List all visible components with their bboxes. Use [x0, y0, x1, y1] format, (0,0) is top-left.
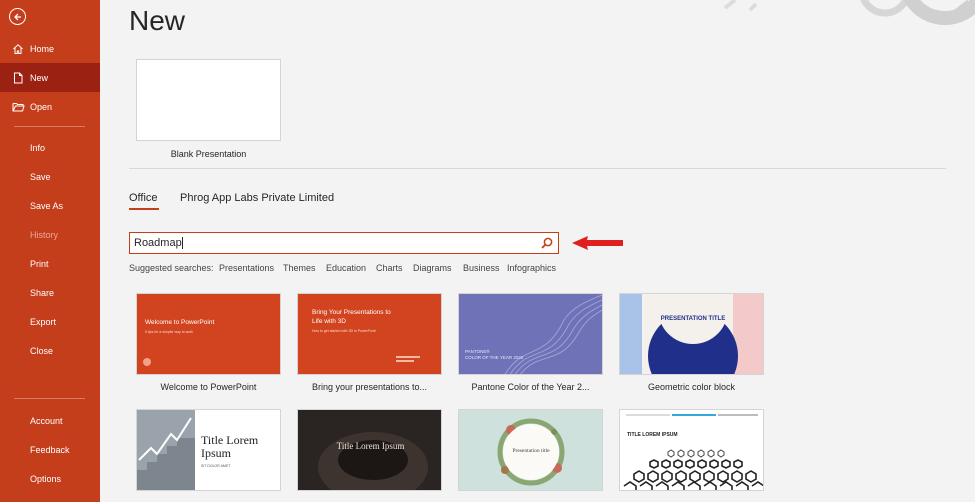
nav-print-label: Print — [30, 258, 49, 269]
nav-open-label: Open — [30, 101, 53, 112]
suggested-charts[interactable]: Charts — [376, 263, 403, 273]
thumbnail-title: Title Lorem Ipsum — [336, 441, 405, 451]
nav-close[interactable]: Close — [0, 336, 100, 365]
template-label: Pantone Color of the Year 2... — [471, 382, 590, 392]
nav-options[interactable]: Options — [0, 464, 100, 493]
tab-organization[interactable]: Phrog App Labs Private Limited — [180, 192, 334, 204]
nav-home-label: Home — [30, 43, 55, 54]
template-card[interactable]: PRESENTATION TITLE — [619, 293, 764, 375]
page-title: New — [129, 5, 186, 36]
nav-new[interactable]: New — [0, 63, 100, 92]
thumbnail-subtitle: SIT DOLOR AMET — [201, 464, 231, 468]
text-caret — [182, 237, 183, 249]
template-card[interactable]: Welcome to PowerPoint 5 tips for a simpl… — [136, 293, 281, 375]
tab-office-underline — [129, 208, 159, 210]
nav-save-label: Save — [30, 171, 51, 182]
thumbnail-photo — [137, 410, 195, 490]
template-card[interactable]: Title Lorem Ipsum — [297, 409, 442, 491]
template-card[interactable]: Bring Your Presentations to Life with 3D… — [297, 293, 442, 375]
search-input[interactable] — [134, 235, 524, 251]
nav-save-as[interactable]: Save As — [0, 191, 100, 220]
nav-export-label: Export — [30, 316, 57, 327]
suggested-diagrams[interactable]: Diagrams — [413, 263, 452, 273]
wave-pattern — [504, 294, 602, 374]
back-arrow-icon[interactable] — [9, 8, 26, 25]
suggested-presentations[interactable]: Presentations — [219, 263, 274, 273]
template-label: Geometric color block — [647, 382, 736, 392]
thumbnail-subtitle: COLOR OF THE YEAR 2022 — [465, 355, 524, 360]
hexagon-pattern — [623, 449, 763, 490]
suggested-searches-label: Suggested searches: — [129, 263, 214, 273]
new-file-icon — [11, 71, 25, 85]
thumbnail-color-block — [733, 294, 763, 374]
thumbnail-accent-line — [626, 414, 670, 416]
nav-share-label: Share — [30, 287, 55, 298]
section-divider — [129, 168, 946, 169]
thumbnail-title: Presentation title — [512, 448, 550, 454]
nav-save[interactable]: Save — [0, 162, 100, 191]
annotation-arrow-icon — [572, 236, 623, 250]
template-card[interactable]: Title Lorem Ipsum SIT DOLOR AMET — [136, 409, 281, 491]
thumbnail-title: PANTONE® — [465, 349, 490, 354]
open-folder-icon — [11, 100, 25, 114]
nav-save-as-label: Save As — [30, 200, 64, 211]
blank-presentation-label: Blank Presentation — [170, 149, 247, 159]
thumbnail-subtitle: 5 tips for a simpler way to work — [145, 330, 194, 334]
nav-print[interactable]: Print — [0, 249, 100, 278]
decorative-graphic — [723, 0, 975, 25]
nav-new-label: New — [30, 72, 49, 83]
nav-account-label: Account — [30, 415, 63, 426]
thumbnail-title: Title Lorem Ipsum — [201, 433, 259, 460]
thumbnail-accent-line — [672, 414, 716, 416]
thumbnail-title: Bring Your Presentations to Life with 3D — [312, 309, 391, 325]
thumbnail-subtitle: How to get started with 3D in PowerPoint — [312, 329, 376, 333]
thumbnail-title: Welcome to PowerPoint — [145, 319, 215, 326]
nav-open[interactable]: Open — [0, 92, 100, 121]
nav-info-label: Info — [30, 142, 46, 153]
nav-account[interactable]: Account — [0, 406, 100, 435]
blank-presentation-card[interactable] — [136, 59, 281, 141]
home-icon — [11, 42, 25, 56]
nav-export[interactable]: Export — [0, 307, 100, 336]
template-card[interactable]: PANTONE® COLOR OF THE YEAR 2022 — [458, 293, 603, 375]
thumbnail-text-line — [396, 360, 414, 362]
sidebar-divider — [14, 398, 85, 399]
nav-feedback-label: Feedback — [30, 444, 70, 455]
search-icon[interactable] — [540, 236, 554, 250]
thumbnail-color-block — [620, 294, 642, 374]
sidebar-divider — [14, 126, 85, 127]
powerpoint-logo-icon — [143, 358, 151, 366]
nav-close-label: Close — [30, 345, 54, 356]
template-card[interactable]: TITLE LOREM IPSUM — [619, 409, 764, 491]
thumbnail-title: PRESENTATION TITLE — [660, 316, 726, 322]
template-label: Bring your presentations to... — [311, 382, 428, 392]
thumbnail-title: TITLE LOREM IPSUM — [627, 432, 678, 438]
suggested-business[interactable]: Business — [463, 263, 500, 273]
template-search-box — [129, 232, 559, 254]
suggested-themes[interactable]: Themes — [283, 263, 316, 273]
nav-feedback[interactable]: Feedback — [0, 435, 100, 464]
thumbnail-text-line — [396, 356, 420, 358]
suggested-education[interactable]: Education — [326, 263, 366, 273]
nav-info[interactable]: Info — [0, 133, 100, 162]
nav-share[interactable]: Share — [0, 278, 100, 307]
backstage-sidebar: Home New Open Info Save Save As History … — [0, 0, 100, 502]
nav-history: History — [0, 220, 100, 249]
nav-home[interactable]: Home — [0, 34, 100, 63]
suggested-infographics[interactable]: Infographics — [507, 263, 556, 273]
template-card[interactable]: Presentation title — [458, 409, 603, 491]
nav-options-label: Options — [30, 473, 62, 484]
nav-history-label: History — [30, 229, 59, 240]
thumbnail-accent-line — [718, 414, 758, 416]
template-label: Welcome to PowerPoint — [160, 382, 257, 392]
tab-office[interactable]: Office — [129, 192, 158, 204]
